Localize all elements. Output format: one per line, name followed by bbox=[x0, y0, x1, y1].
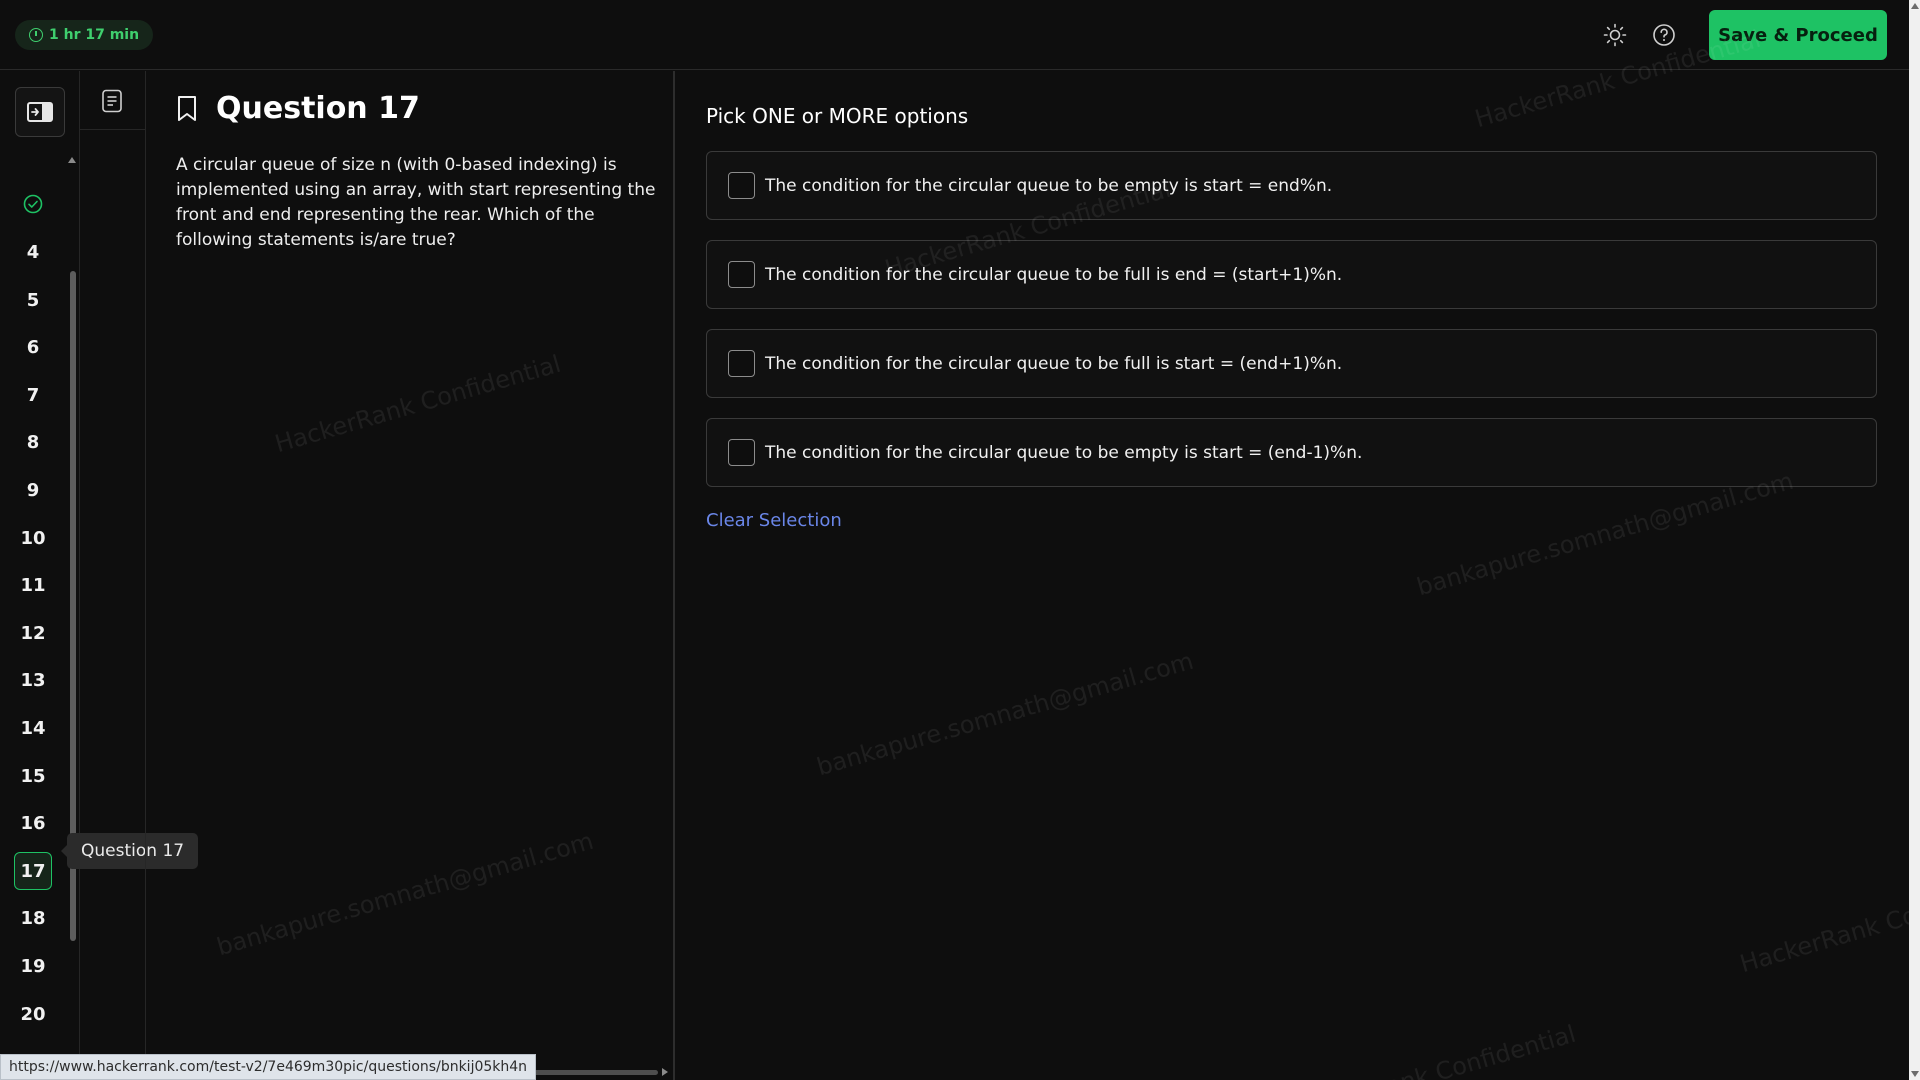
rail-scroll-up-arrow[interactable] bbox=[68, 157, 76, 163]
question-nav-item[interactable]: 11 bbox=[14, 566, 52, 604]
question-nav-item[interactable]: 6 bbox=[14, 328, 52, 366]
scroll-up-arrow[interactable] bbox=[1911, 3, 1919, 9]
question-nav-item[interactable]: 18 bbox=[14, 899, 52, 937]
option-text: The condition for the circular queue to … bbox=[765, 175, 1333, 196]
option-text: The condition for the circular queue to … bbox=[765, 442, 1363, 463]
option-checkbox[interactable] bbox=[728, 261, 755, 288]
option-checkbox[interactable] bbox=[728, 172, 755, 199]
check-circle-icon bbox=[23, 194, 43, 214]
scroll-right-arrow[interactable] bbox=[662, 1068, 668, 1076]
clock-icon bbox=[29, 28, 43, 42]
question-nav-item[interactable]: 17 bbox=[14, 852, 52, 890]
timer-text: 1 hr 17 min bbox=[49, 27, 140, 43]
link-status-bar: https://www.hackerrank.com/test-v2/7e469… bbox=[0, 1054, 537, 1080]
option-checkbox[interactable] bbox=[728, 350, 755, 377]
question-panel: Question 17 A circular queue of size n (… bbox=[146, 71, 675, 1080]
question-nav-item[interactable]: 14 bbox=[14, 709, 52, 747]
question-nav-item[interactable]: 20 bbox=[14, 995, 52, 1033]
question-nav-item[interactable]: 9 bbox=[14, 471, 52, 509]
question-nav-item[interactable]: 4 bbox=[14, 233, 52, 271]
option-text: The condition for the circular queue to … bbox=[765, 353, 1343, 374]
option-checkbox[interactable] bbox=[728, 439, 755, 466]
options-panel: Pick ONE or MORE options The condition f… bbox=[677, 71, 1909, 1080]
question-nav-item[interactable]: 10 bbox=[14, 519, 52, 557]
help-circle-icon[interactable] bbox=[1652, 23, 1676, 47]
timer-badge: 1 hr 17 min bbox=[15, 20, 154, 50]
save-proceed-button[interactable]: Save & Proceed bbox=[1709, 10, 1887, 60]
document-list-icon[interactable] bbox=[101, 89, 123, 113]
sidebar-expand-icon bbox=[27, 102, 53, 122]
question-nav-item[interactable]: 5 bbox=[14, 281, 52, 319]
option-1[interactable]: The condition for the circular queue to … bbox=[706, 151, 1877, 220]
subrail-divider bbox=[80, 129, 146, 130]
question-nav-item[interactable]: 13 bbox=[14, 661, 52, 699]
scroll-down-arrow[interactable] bbox=[1911, 1071, 1919, 1077]
secondary-rail bbox=[80, 71, 146, 1080]
question-nav-item[interactable]: 15 bbox=[14, 757, 52, 795]
sun-icon[interactable] bbox=[1603, 23, 1627, 47]
question-nav-item[interactable]: 8 bbox=[14, 423, 52, 461]
option-4[interactable]: The condition for the circular queue to … bbox=[706, 418, 1877, 487]
question-nav-item[interactable]: 16 bbox=[14, 804, 52, 842]
bookmark-icon[interactable] bbox=[176, 95, 198, 123]
clear-selection-link[interactable]: Clear Selection bbox=[706, 510, 842, 531]
question-title: Question 17 bbox=[216, 91, 420, 126]
options-instruction: Pick ONE or MORE options bbox=[706, 104, 969, 128]
question-nav-item[interactable]: 12 bbox=[14, 614, 52, 652]
window-scrollbar[interactable] bbox=[1909, 0, 1920, 1080]
option-text: The condition for the circular queue to … bbox=[765, 264, 1343, 285]
option-3[interactable]: The condition for the circular queue to … bbox=[706, 329, 1877, 398]
question-nav-item[interactable]: 19 bbox=[14, 947, 52, 985]
question-nav-item[interactable]: 7 bbox=[14, 376, 52, 414]
question-text: A circular queue of size n (with 0-based… bbox=[176, 155, 656, 250]
top-bar: 1 hr 17 min Save & Proceed bbox=[0, 0, 1909, 70]
option-2[interactable]: The condition for the circular queue to … bbox=[706, 240, 1877, 309]
question-rail: 4567891011121314151617181920S2 bbox=[0, 71, 80, 1080]
sidebar-toggle-button[interactable] bbox=[15, 87, 65, 137]
question-completed-item[interactable] bbox=[14, 185, 52, 223]
